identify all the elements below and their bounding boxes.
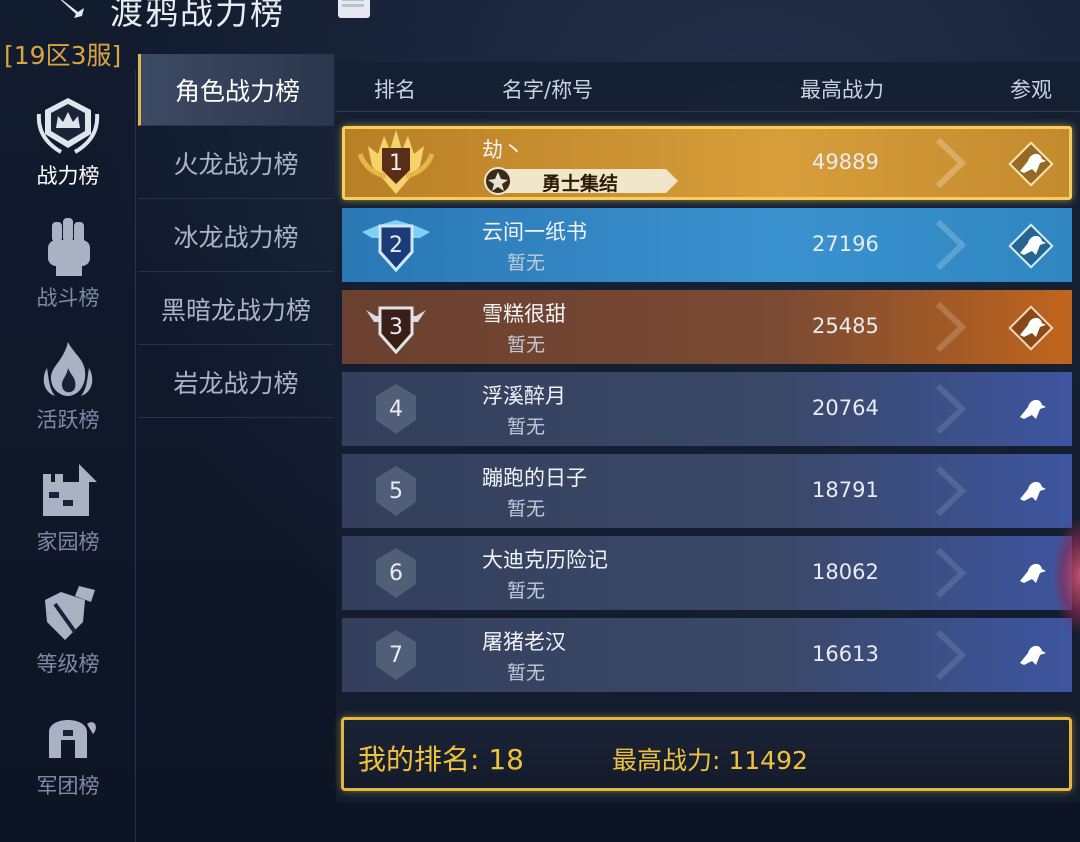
row-chevron-icon — [935, 383, 967, 435]
my-rank-panel: 我的排名: 18 最高战力: 11492 — [341, 717, 1072, 791]
table-row[interactable]: 3 雪糕很甜 暂无 25485 — [342, 290, 1072, 364]
rail-item-level[interactable]: 等级榜 — [0, 572, 136, 694]
header: 渡鸦战力榜 — [0, 0, 1080, 40]
rules-book-icon[interactable] — [334, 0, 376, 26]
raven-view-icon[interactable] — [1006, 385, 1056, 435]
rail-item-legion[interactable]: 军团榜 — [0, 694, 136, 816]
table-row[interactable]: 2 云间一纸书 暂无 27196 — [342, 208, 1072, 282]
player-title: 暂无 — [507, 498, 546, 520]
rank-number: 4 — [389, 396, 403, 422]
tab-rock-dragon-power[interactable]: 岩龙战力榜 — [138, 346, 334, 418]
player-power: 20764 — [812, 396, 879, 420]
rank-number: 7 — [389, 642, 403, 668]
raven-view-icon[interactable] — [1006, 303, 1056, 353]
header-power: 最高战力 — [800, 78, 884, 102]
ranking-table: 排名 名字/称号 最高战力 参观 1 劫丶 勇士集结 49889 2 云间一纸书… — [336, 62, 1080, 802]
table-row[interactable]: 7 屠猪老汉 暂无 16613 — [342, 618, 1072, 692]
player-name: 劫丶 — [482, 138, 524, 162]
row-chevron-icon — [935, 547, 967, 599]
player-title: 暂无 — [507, 580, 546, 602]
player-title: 暂无 — [507, 662, 546, 684]
shield-sword-icon — [45, 586, 95, 640]
tab-character-power[interactable]: 角色战力榜 — [138, 54, 334, 126]
player-name: 屠猪老汉 — [482, 630, 566, 654]
title-plate — [484, 167, 678, 195]
player-title: 暂无 — [507, 252, 546, 274]
rank-number: 2 — [389, 232, 403, 258]
rank-number: 5 — [389, 478, 403, 504]
player-name: 浮溪醉月 — [482, 384, 566, 408]
row-chevron-icon — [935, 629, 967, 681]
header-name: 名字/称号 — [502, 78, 594, 102]
category-rail: 战力榜 战斗榜 活跃榜 家园榜 等级榜 军团榜 — [0, 70, 136, 842]
my-rank-label: 我的排名: 18 — [358, 743, 524, 776]
tab-dark-dragon-power[interactable]: 黑暗龙战力榜 — [138, 273, 334, 345]
rail-item-active[interactable]: 活跃榜 — [0, 328, 136, 450]
raven-view-icon[interactable] — [1006, 139, 1056, 189]
rail-item-home[interactable]: 家园榜 — [0, 450, 136, 572]
raven-view-icon[interactable] — [1006, 549, 1056, 599]
table-row[interactable]: 5 蹦跑的日子 暂无 18791 — [342, 454, 1072, 528]
tab-ice-dragon-power[interactable]: 冰龙战力榜 — [138, 200, 334, 272]
row-chevron-icon — [935, 137, 967, 189]
player-power: 49889 — [812, 150, 879, 174]
table-row[interactable]: 6 大迪克历险记 暂无 18062 — [342, 536, 1072, 610]
sub-tabs: 角色战力榜 火龙战力榜 冰龙战力榜 黑暗龙战力榜 岩龙战力榜 — [138, 54, 336, 842]
crown-laurel-icon — [36, 98, 100, 154]
player-name: 蹦跑的日子 — [482, 466, 587, 490]
player-power: 18062 — [812, 560, 879, 584]
header-rank: 排名 — [374, 78, 416, 102]
row-chevron-icon — [935, 465, 967, 517]
table-row[interactable]: 1 劫丶 勇士集结 49889 — [342, 126, 1072, 200]
helmet-icon — [49, 720, 96, 758]
player-power: 18791 — [812, 478, 879, 502]
player-title: 暂无 — [507, 416, 546, 438]
player-name: 云间一纸书 — [482, 220, 587, 244]
player-power: 25485 — [812, 314, 879, 338]
header-view: 参观 — [1010, 78, 1052, 102]
row-chevron-icon — [935, 301, 967, 353]
table-header: 排名 名字/称号 最高战力 参观 — [336, 62, 1080, 112]
raven-view-icon[interactable] — [1006, 631, 1056, 681]
raven-view-icon[interactable] — [1006, 467, 1056, 517]
rail-item-battle[interactable]: 战斗榜 — [0, 206, 136, 328]
player-power: 27196 — [812, 232, 879, 256]
player-name: 雪糕很甜 — [482, 302, 566, 326]
my-power-label: 最高战力: 11492 — [612, 746, 808, 775]
player-power: 16613 — [812, 642, 879, 666]
rank-number: 3 — [389, 314, 403, 340]
row-chevron-icon — [935, 219, 967, 271]
raven-view-icon[interactable] — [1006, 221, 1056, 271]
table-row[interactable]: 4 浮溪醉月 暂无 20764 — [342, 372, 1072, 446]
server-tag: [19区3服] — [4, 41, 122, 70]
castle-icon — [43, 464, 97, 516]
rank-number: 6 — [389, 560, 403, 586]
page-title: 渡鸦战力榜 — [110, 0, 285, 32]
rail-item-power[interactable]: 战力榜 — [0, 84, 136, 206]
decorative-glow — [1052, 516, 1080, 636]
player-name: 大迪克历险记 — [482, 548, 608, 572]
player-title: 暂无 — [507, 334, 546, 356]
rank-number: 1 — [389, 150, 403, 176]
fist-icon — [48, 218, 90, 276]
flame-icon — [43, 342, 93, 396]
back-feather-icon[interactable] — [48, 0, 88, 20]
tab-fire-dragon-power[interactable]: 火龙战力榜 — [138, 127, 334, 199]
